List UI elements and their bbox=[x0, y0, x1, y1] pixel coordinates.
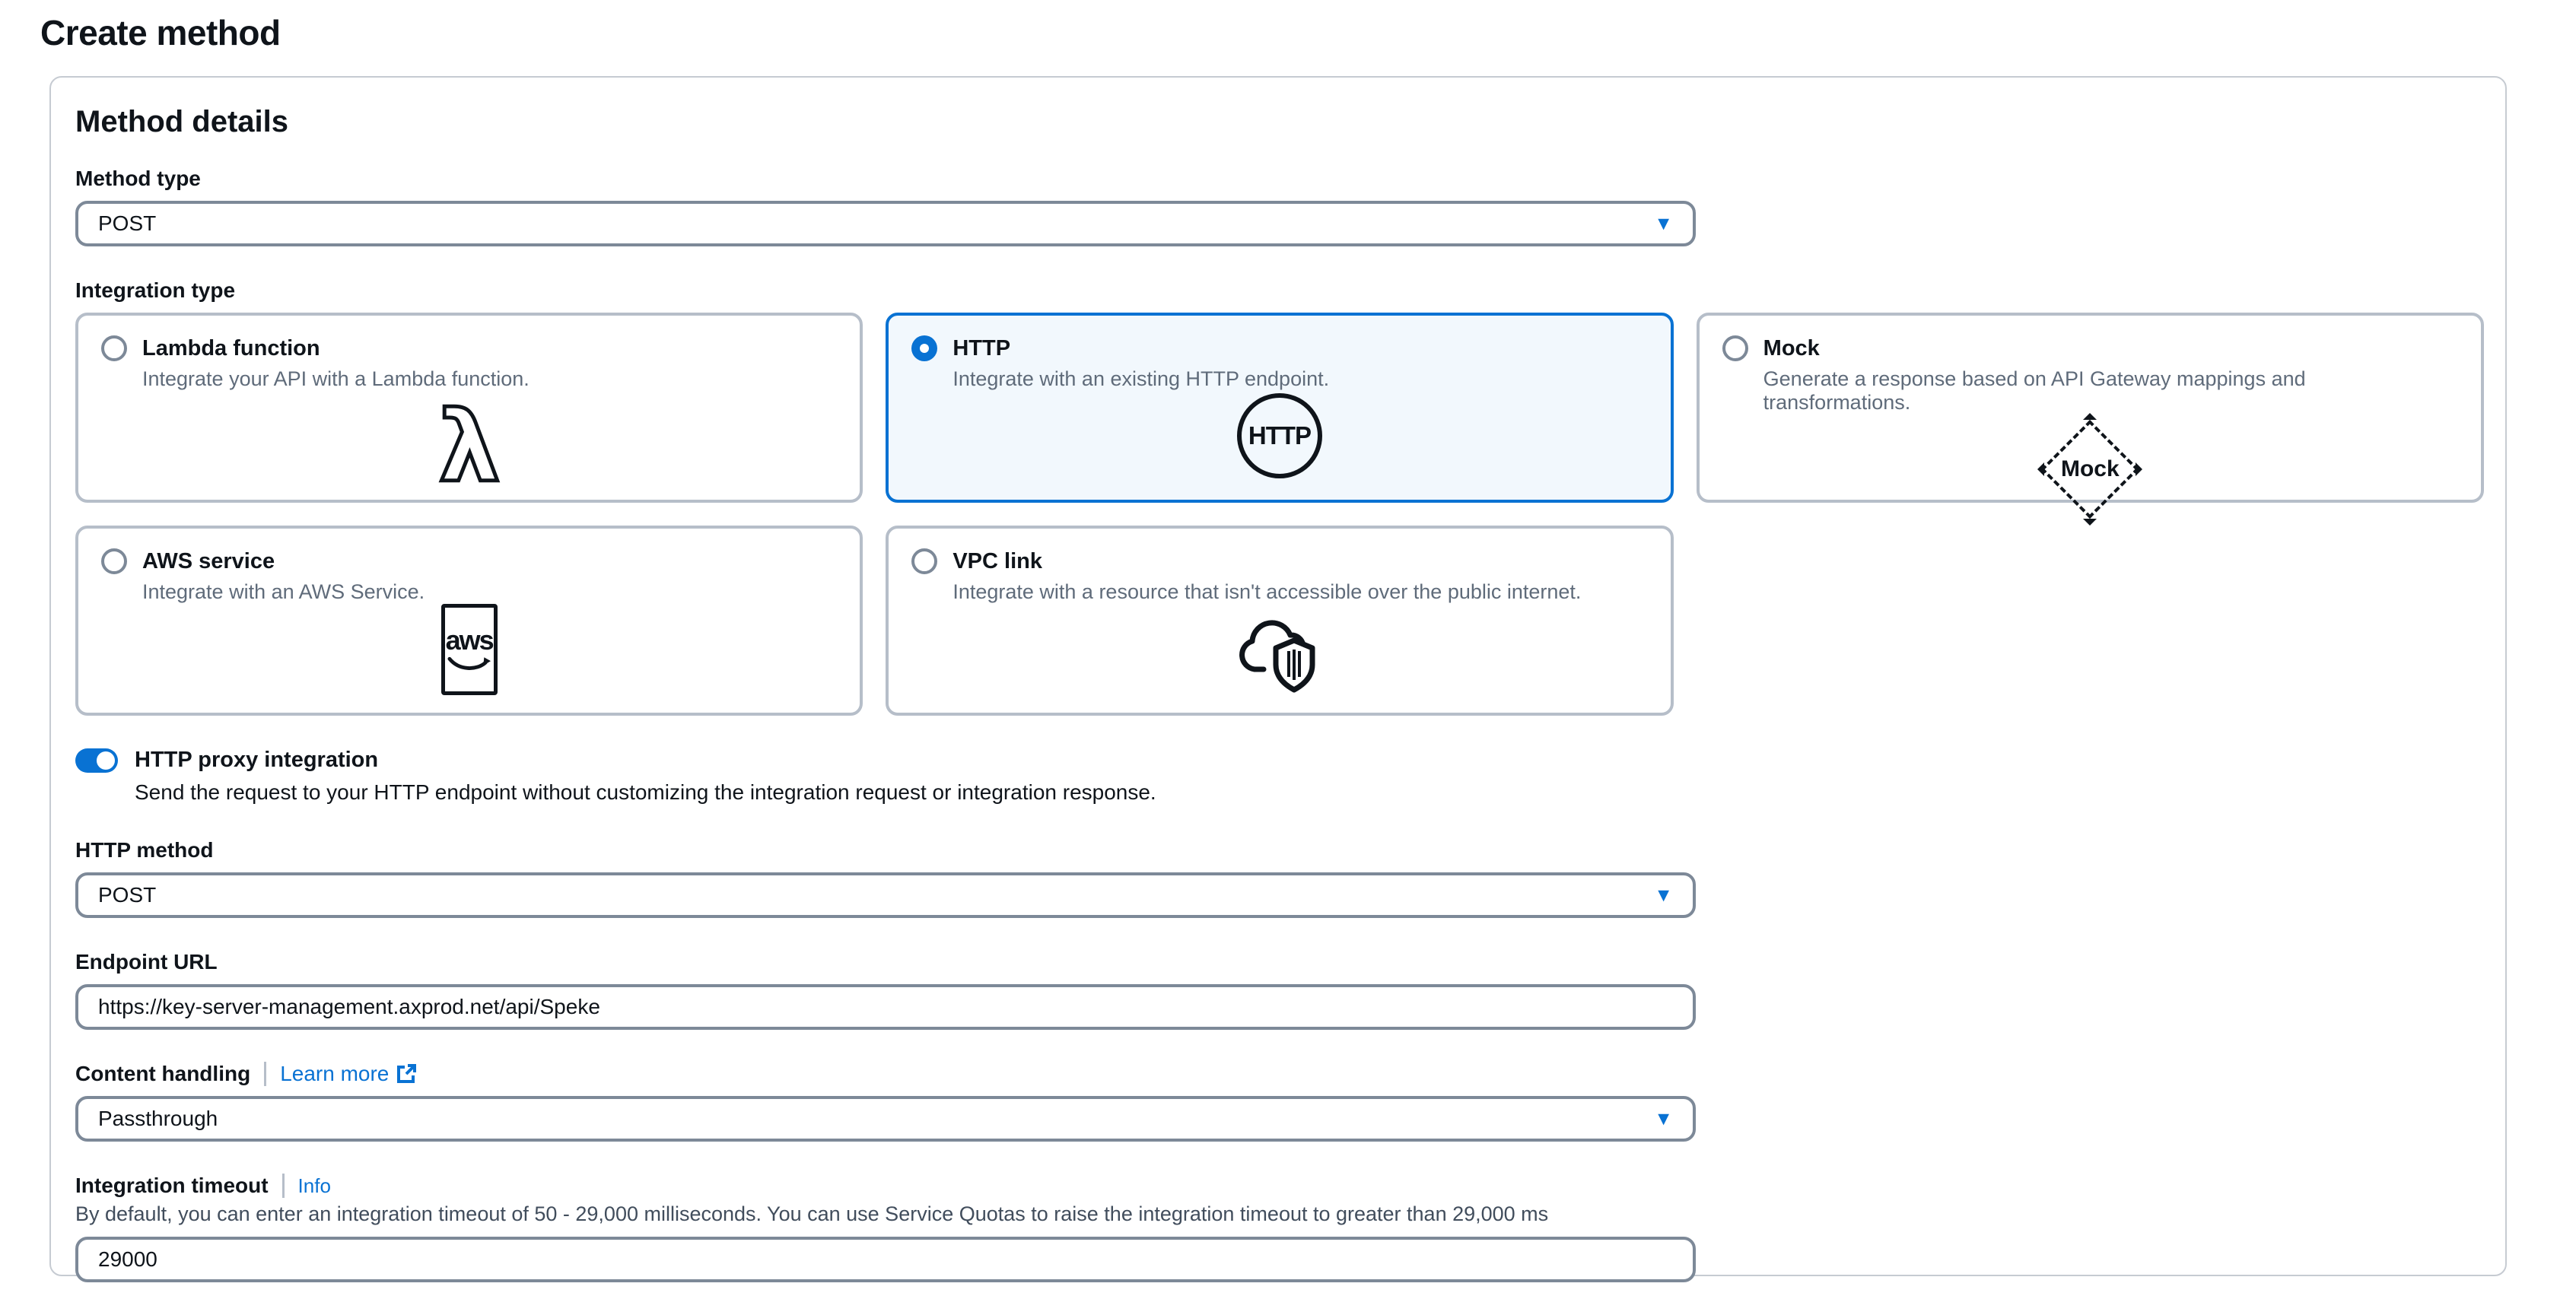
integration-tile-lambda[interactable]: Lambda function Integrate your API with … bbox=[75, 313, 863, 503]
http-method-value: POST bbox=[98, 883, 1654, 907]
content-handling-select[interactable]: Passthrough ▼ bbox=[75, 1096, 1696, 1142]
integration-timeout-label: Integration timeout bbox=[75, 1174, 269, 1198]
endpoint-url-label: Endpoint URL bbox=[75, 950, 2481, 974]
method-type-label: Method type bbox=[75, 167, 2481, 191]
tile-description: Integrate with an existing HTTP endpoint… bbox=[952, 367, 1647, 391]
radio-mock[interactable] bbox=[1722, 335, 1748, 361]
integration-timeout-field: Integration timeout Info By default, you… bbox=[75, 1174, 2481, 1282]
tile-description: Generate a response based on API Gateway… bbox=[1763, 367, 2458, 415]
http-proxy-description: Send the request to your HTTP endpoint w… bbox=[135, 780, 2481, 805]
chevron-down-icon: ▼ bbox=[1654, 1110, 1673, 1129]
lambda-icon: λ bbox=[101, 391, 837, 497]
method-type-value: POST bbox=[98, 211, 1654, 236]
endpoint-url-field: Endpoint URL https://key-server-manageme… bbox=[75, 950, 2481, 1030]
http-proxy-toggle[interactable] bbox=[75, 748, 118, 773]
tile-description: Integrate with an AWS Service. bbox=[142, 580, 837, 604]
endpoint-url-value: https://key-server-management.axprod.net… bbox=[98, 995, 1673, 1019]
method-type-select[interactable]: POST ▼ bbox=[75, 201, 1696, 246]
http-method-field: HTTP method POST ▼ bbox=[75, 838, 2481, 918]
radio-http[interactable] bbox=[911, 335, 937, 361]
http-proxy-label: HTTP proxy integration bbox=[135, 748, 378, 773]
tile-description: Integrate with a resource that isn't acc… bbox=[952, 580, 1647, 604]
tile-label: Mock bbox=[1763, 336, 1820, 361]
integration-tile-http[interactable]: HTTP Integrate with an existing HTTP end… bbox=[886, 313, 1673, 503]
tiles-empty-cell bbox=[1697, 526, 2484, 716]
integration-timeout-value: 29000 bbox=[98, 1247, 1673, 1272]
endpoint-url-input[interactable]: https://key-server-management.axprod.net… bbox=[75, 984, 1696, 1030]
tile-label: VPC link bbox=[952, 549, 1042, 574]
svg-text:λ: λ bbox=[438, 391, 500, 497]
integration-tile-vpc-link[interactable]: VPC link Integrate with a resource that … bbox=[886, 526, 1673, 716]
http-method-select[interactable]: POST ▼ bbox=[75, 872, 1696, 918]
tile-description: Integrate your API with a Lambda functio… bbox=[142, 367, 837, 391]
content-handling-value: Passthrough bbox=[98, 1107, 1654, 1131]
integration-timeout-input[interactable]: 29000 bbox=[75, 1237, 1696, 1282]
chevron-down-icon: ▼ bbox=[1654, 214, 1673, 233]
external-link-icon bbox=[395, 1063, 418, 1085]
method-details-card: Method details Method type POST ▼ Integr… bbox=[49, 76, 2507, 1276]
radio-aws-service[interactable] bbox=[101, 548, 127, 574]
content-handling-label: Content handling bbox=[75, 1062, 250, 1086]
tile-label: HTTP bbox=[952, 336, 1010, 361]
integration-tile-aws-service[interactable]: AWS service Integrate with an AWS Servic… bbox=[75, 526, 863, 716]
http-icon: HTTP bbox=[911, 391, 1647, 480]
radio-vpc-link[interactable] bbox=[911, 548, 937, 574]
http-method-label: HTTP method bbox=[75, 838, 2481, 862]
integration-type-label: Integration type bbox=[75, 278, 2481, 303]
integration-type-tiles: Lambda function Integrate your API with … bbox=[75, 313, 2484, 716]
http-proxy-block: HTTP proxy integration Send the request … bbox=[75, 748, 2481, 805]
aws-icon: aws bbox=[101, 604, 837, 695]
learn-more-link[interactable]: Learn more bbox=[280, 1062, 418, 1086]
mock-icon: Mock bbox=[1722, 415, 2458, 524]
info-link[interactable]: Info bbox=[298, 1174, 331, 1198]
label-divider bbox=[264, 1062, 266, 1086]
integration-tile-mock[interactable]: Mock Generate a response based on API Ga… bbox=[1697, 313, 2484, 503]
page-title: Create method bbox=[40, 12, 2576, 53]
integration-timeout-description: By default, you can enter an integration… bbox=[75, 1202, 2481, 1226]
content-handling-field: Content handling Learn more Passthrough … bbox=[75, 1062, 2481, 1142]
label-divider bbox=[282, 1174, 285, 1198]
radio-lambda[interactable] bbox=[101, 335, 127, 361]
tile-label: AWS service bbox=[142, 549, 275, 574]
tile-label: Lambda function bbox=[142, 336, 320, 361]
vpc-link-icon bbox=[911, 604, 1647, 695]
chevron-down-icon: ▼ bbox=[1654, 886, 1673, 905]
card-title: Method details bbox=[75, 105, 2481, 139]
method-type-field: Method type POST ▼ bbox=[75, 167, 2481, 246]
